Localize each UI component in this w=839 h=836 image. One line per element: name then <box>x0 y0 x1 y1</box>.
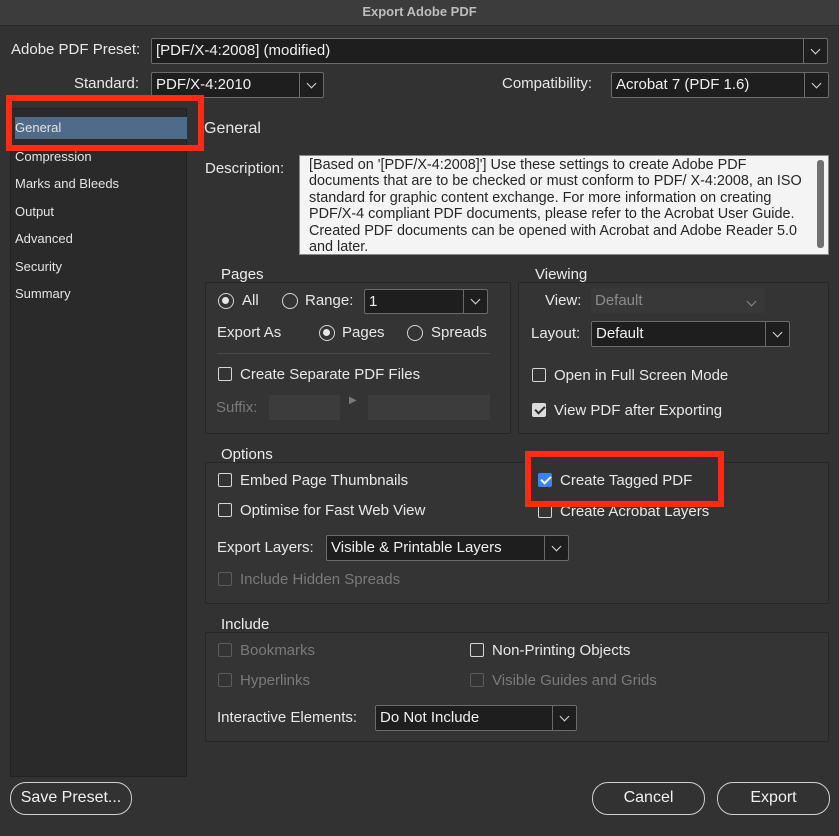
layout-value: Default <box>596 325 644 342</box>
cancel-button[interactable]: Cancel <box>592 782 705 815</box>
range-radio[interactable] <box>282 293 298 309</box>
suffix-label: Suffix: <box>216 399 258 416</box>
range-label: Range: <box>305 292 354 309</box>
view-dropdown[interactable]: Default <box>591 288 765 313</box>
guides-checkbox[interactable] <box>470 673 484 687</box>
pages-radio[interactable] <box>319 325 335 341</box>
suffix-value-field[interactable] <box>368 395 490 420</box>
export-layers-value: Visible & Printable Layers <box>331 539 502 556</box>
thumbnails-label: Embed Page Thumbnails <box>240 472 409 489</box>
preset-value: [PDF/X-4:2008] (modified) <box>156 42 331 59</box>
spreads-radio-label: Spreads <box>431 324 487 341</box>
compatibility-label: Compatibility: <box>502 75 593 92</box>
interactive-value: Do Not Include <box>380 709 480 726</box>
description-body: [Based on '[PDF/X-4:2008]'] Use these se… <box>309 157 802 255</box>
thumbnails-checkbox[interactable] <box>218 473 232 487</box>
sidebar-item-security[interactable]: Security <box>15 256 183 278</box>
pages-radio-label: Pages <box>342 324 385 341</box>
chevron-down-icon <box>746 288 757 313</box>
chevron-down-icon <box>544 536 568 560</box>
layout-dropdown[interactable]: Default <box>591 321 790 347</box>
chevron-down-icon <box>804 73 828 97</box>
include-title: Include <box>221 616 270 633</box>
view-after-label: View PDF after Exporting <box>554 402 723 419</box>
guides-label: Visible Guides and Grids <box>492 672 657 689</box>
range-value: 1 <box>369 293 378 310</box>
non-printing-label: Non-Printing Objects <box>492 642 631 659</box>
all-radio[interactable] <box>218 293 234 309</box>
sidebar-item-output[interactable]: Output <box>15 201 183 223</box>
export-button[interactable]: Export <box>717 782 830 815</box>
preset-dropdown[interactable]: [PDF/X-4:2008] (modified) <box>151 38 828 64</box>
view-label: View: <box>545 292 582 309</box>
panel-title: General <box>204 120 261 137</box>
separate-files-checkbox[interactable] <box>218 367 232 381</box>
viewing-title: Viewing <box>535 266 588 283</box>
highlight-box-general <box>6 95 204 151</box>
spreads-radio[interactable] <box>407 325 423 341</box>
highlight-box-tagged-pdf <box>525 451 724 507</box>
compatibility-dropdown[interactable]: Acrobat 7 (PDF 1.6) <box>611 72 829 98</box>
sidebar: General Compression Marks and Bleeds Out… <box>10 108 187 777</box>
preset-label: Adobe PDF Preset: <box>11 41 141 58</box>
suffix-field[interactable] <box>269 395 340 420</box>
hyperlinks-label: Hyperlinks <box>240 672 311 689</box>
description-label: Description: <box>205 160 285 177</box>
interactive-label: Interactive Elements: <box>217 709 358 726</box>
description-scrollbar[interactable] <box>817 160 824 248</box>
window-title: Export Adobe PDF <box>0 0 839 26</box>
chevron-down-icon <box>803 39 827 63</box>
view-value: Default <box>595 292 643 309</box>
non-printing-checkbox[interactable] <box>470 643 484 657</box>
hidden-spreads-checkbox[interactable] <box>218 572 232 586</box>
all-label: All <box>242 292 259 309</box>
hidden-spreads-label: Include Hidden Spreads <box>240 571 401 588</box>
hyperlinks-checkbox[interactable] <box>218 673 232 687</box>
triangle-right-icon: ▶ <box>349 395 357 406</box>
chevron-down-icon <box>552 706 576 730</box>
save-preset-button[interactable]: Save Preset... <box>10 782 132 815</box>
bookmarks-checkbox[interactable] <box>218 643 232 657</box>
chevron-down-icon <box>463 290 487 313</box>
options-title: Options <box>221 446 273 463</box>
chevron-down-icon <box>765 322 789 346</box>
pages-divider <box>217 353 490 354</box>
description-text[interactable]: [Based on '[PDF/X-4:2008]'] Use these se… <box>299 155 829 255</box>
layout-label: Layout: <box>531 325 581 342</box>
separate-files-label: Create Separate PDF Files <box>240 366 421 383</box>
sidebar-item-summary[interactable]: Summary <box>15 283 183 305</box>
compatibility-value: Acrobat 7 (PDF 1.6) <box>616 76 750 93</box>
full-screen-label: Open in Full Screen Mode <box>554 367 729 384</box>
pages-title: Pages <box>221 266 264 283</box>
export-layers-dropdown[interactable]: Visible & Printable Layers <box>326 535 569 561</box>
full-screen-checkbox[interactable] <box>532 368 546 382</box>
interactive-dropdown[interactable]: Do Not Include <box>375 705 577 731</box>
bookmarks-label: Bookmarks <box>240 642 316 659</box>
standard-value: PDF/X-4:2010 <box>156 76 252 93</box>
sidebar-item-marks-and-bleeds[interactable]: Marks and Bleeds <box>15 173 183 195</box>
fast-web-label: Optimise for Fast Web View <box>240 502 426 519</box>
chevron-down-icon <box>299 73 323 97</box>
sidebar-item-advanced[interactable]: Advanced <box>15 228 183 250</box>
view-after-checkbox[interactable] <box>532 403 546 417</box>
range-field[interactable]: 1 <box>364 289 488 314</box>
export-layers-label: Export Layers: <box>217 539 314 556</box>
export-as-label: Export As <box>217 324 282 341</box>
standard-label: Standard: <box>74 75 140 92</box>
fast-web-checkbox[interactable] <box>218 503 232 517</box>
